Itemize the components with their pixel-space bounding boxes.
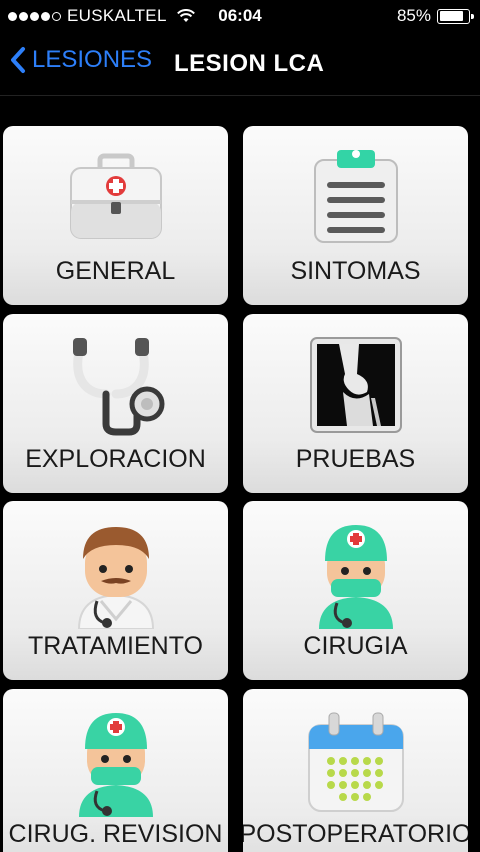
tile-exploracion[interactable]: EXPLORACION (3, 314, 228, 493)
tile-label: GENERAL (55, 257, 176, 285)
tile-sintomas[interactable]: SINTOMAS (243, 126, 468, 305)
tile-cirugia[interactable]: CIRUGIA (243, 501, 468, 680)
navigation-bar: LESIONES LESION LCA (0, 32, 480, 96)
page-title: LESION LCA (174, 50, 325, 77)
battery-fill (439, 11, 464, 21)
back-button-label: LESIONES (32, 46, 153, 73)
doctor-icon (77, 527, 154, 629)
tile-label: CIRUGIA (303, 632, 408, 660)
status-right: 85% (396, 6, 474, 26)
calendar-icon (307, 712, 404, 812)
back-button[interactable]: LESIONES (10, 46, 152, 74)
tile-postoperatorio[interactable]: POSTOPERATORIO (243, 689, 468, 852)
tile-label: PRUEBAS (295, 445, 416, 473)
clipboard-icon (313, 150, 398, 243)
surgeon-icon (318, 525, 393, 629)
first-aid-kit-icon (69, 153, 162, 239)
chevron-left-icon (11, 47, 25, 73)
xray-knee-icon (309, 337, 402, 433)
menu-grid: GENERAL SINTOMAS EXPLORACION PRUEBAS TRA… (0, 96, 480, 852)
battery-percent: 85% (396, 6, 431, 25)
tile-general[interactable]: GENERAL (3, 126, 228, 305)
tile-label: CIRUG. REVISION (8, 820, 223, 848)
battery-icon (437, 8, 474, 24)
tile-pruebas[interactable]: PRUEBAS (243, 314, 468, 493)
tile-label: TRATAMIENTO (28, 632, 203, 660)
status-bar: EUSKALTEL 06:04 85% (0, 0, 480, 32)
tile-tratamiento[interactable]: TRATAMIENTO (3, 501, 228, 680)
stethoscope-icon (72, 338, 164, 436)
tile-label: SINTOMAS (290, 257, 421, 285)
surgeon-icon (78, 713, 153, 817)
tile-cirug-revision[interactable]: CIRUG. REVISION (3, 689, 228, 852)
tile-label: EXPLORACION (25, 445, 206, 473)
tile-label: POSTOPERATORIO (243, 820, 468, 848)
